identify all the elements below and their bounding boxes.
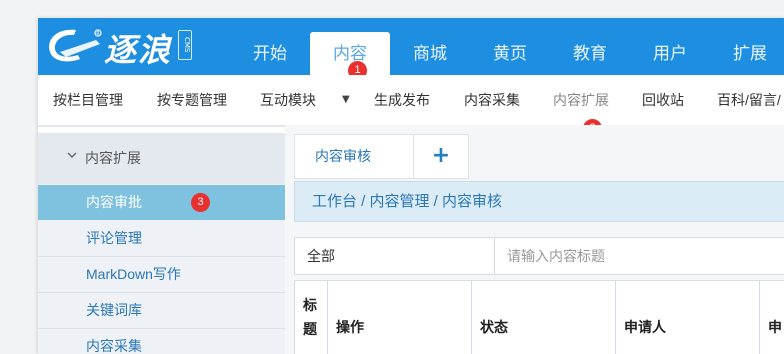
- column-header-label: 状态: [480, 319, 508, 335]
- subnav-by-column[interactable]: 按栏目管理: [53, 75, 123, 125]
- sidebar-item-content-approval[interactable]: 内容审批 3: [38, 185, 285, 220]
- sidebar-item-label: MarkDown写作: [86, 266, 181, 282]
- breadcrumb: 工作台 / 内容管理 / 内容审核: [294, 181, 784, 222]
- tab-label: 内容审核: [315, 148, 371, 164]
- caret-down-icon[interactable]: ▼: [342, 75, 350, 125]
- subnav-recycle-bin[interactable]: 回收站: [642, 75, 684, 125]
- sidebar-group-label: 内容扩展: [85, 150, 141, 166]
- sidebar: 内容扩展 内容审批 3 评论管理 MarkDown写作 关键词库 内容采集: [38, 133, 286, 354]
- sidebar-group-content-extension[interactable]: 内容扩展: [38, 133, 285, 184]
- tab-content-review[interactable]: 内容审核: [294, 134, 414, 179]
- subnav-generate-publish[interactable]: 生成发布: [374, 75, 430, 125]
- tab-education[interactable]: 教育: [550, 32, 630, 75]
- subnav-content-extension[interactable]: 内容扩展: [553, 75, 609, 125]
- app-window: R 逐浪 CMS 开始 内容 商城 黄页 教育 用户 扩展 1 按栏目管理 按专…: [38, 18, 784, 354]
- sidebar-item-keywords[interactable]: 关键词库: [38, 293, 285, 329]
- tab-shop[interactable]: 商城: [390, 32, 470, 75]
- sidebar-item-label: 评论管理: [86, 230, 142, 246]
- column-header-label: 操作: [336, 319, 364, 335]
- filter-bar: 全部: [294, 237, 784, 275]
- logo-mark-icon: R: [49, 29, 102, 62]
- column-header-label: 标题: [303, 297, 317, 337]
- subnav-wiki-message[interactable]: 百科/留言/: [717, 75, 781, 125]
- sidebar-item-comments[interactable]: 评论管理: [38, 221, 285, 257]
- col-header-actions[interactable]: 操作: [328, 281, 472, 354]
- sidebar-item-label: 关键词库: [86, 302, 142, 318]
- sidebar-item-label: 内容采集: [86, 338, 142, 354]
- title-search-input[interactable]: [495, 238, 784, 274]
- col-header-status[interactable]: 状态: [472, 281, 616, 354]
- logo-subtext: CMS: [178, 30, 192, 60]
- tab-extensions[interactable]: 扩展: [710, 32, 784, 75]
- svg-text:R: R: [96, 31, 100, 37]
- step-badge-3: 3: [191, 193, 210, 212]
- subnav-interactive-module[interactable]: 互动模块: [260, 75, 316, 125]
- breadcrumb-text[interactable]: 工作台 / 内容管理 / 内容审核: [312, 182, 502, 221]
- tab-yellow-pages[interactable]: 黄页: [470, 32, 550, 75]
- sidebar-item-markdown[interactable]: MarkDown写作: [38, 257, 285, 293]
- col-header-title[interactable]: 标题: [295, 281, 328, 354]
- chevron-down-icon: [67, 150, 77, 163]
- sub-navigation: 按栏目管理 按专题管理 互动模块 ▼ 生成发布 内容采集 内容扩展 回收站 百科…: [38, 75, 784, 138]
- sidebar-item-label: 内容审批: [86, 194, 142, 210]
- brand-logo[interactable]: R 逐浪 CMS: [42, 24, 192, 69]
- logo-text: 逐浪: [104, 31, 173, 69]
- column-header-label: 申请人: [624, 319, 666, 335]
- add-tab-button[interactable]: +: [413, 134, 469, 179]
- top-header: R 逐浪 CMS 开始 内容 商城 黄页 教育 用户 扩展 1: [38, 18, 784, 80]
- status-select[interactable]: 全部: [295, 238, 495, 274]
- tab-start[interactable]: 开始: [230, 32, 310, 75]
- subnav-by-topic[interactable]: 按专题管理: [157, 75, 227, 125]
- col-header-more[interactable]: 申: [760, 281, 784, 354]
- sidebar-item-content-collect[interactable]: 内容采集: [38, 329, 285, 354]
- column-header-label: 申: [768, 319, 782, 335]
- main-panel: 内容审核 + 工作台 / 内容管理 / 内容审核 全部 标题 操作 状态 申请人: [285, 125, 784, 354]
- status-select-value: 全部: [307, 248, 335, 264]
- col-header-applicant[interactable]: 申请人: [616, 281, 760, 354]
- tab-users[interactable]: 用户: [630, 32, 710, 75]
- content-table: 标题 操作 状态 申请人 申: [294, 280, 784, 354]
- subnav-content-collect[interactable]: 内容采集: [464, 75, 520, 125]
